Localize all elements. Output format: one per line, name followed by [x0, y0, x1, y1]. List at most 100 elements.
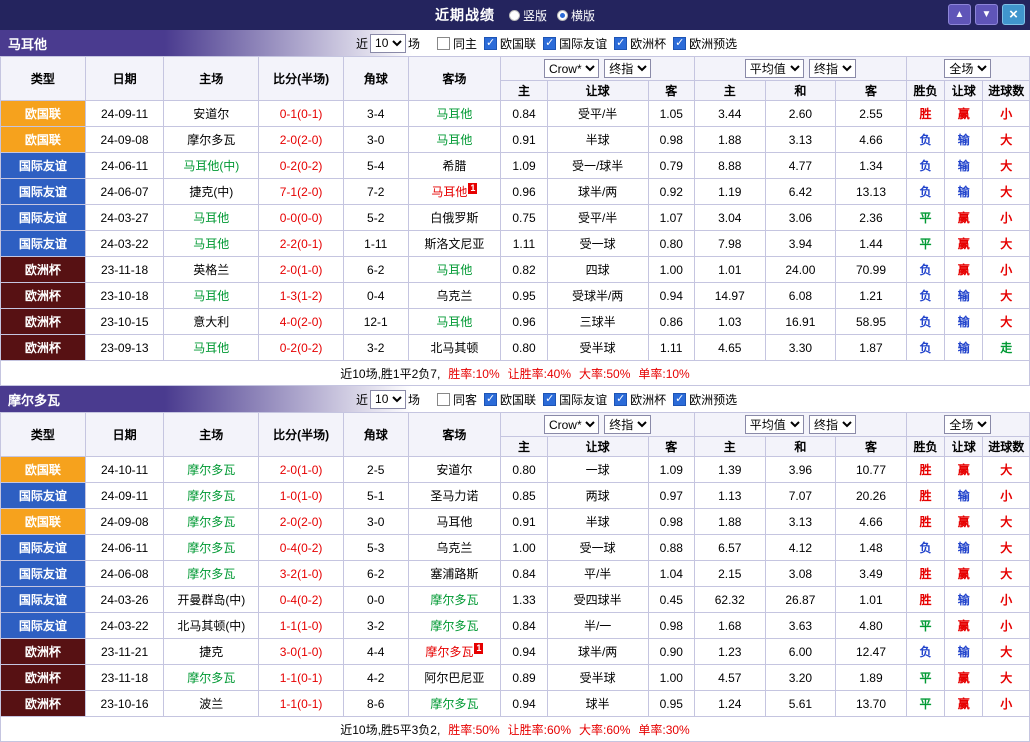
date-cell: 23-09-13 — [84, 334, 165, 361]
result-goals-cell: 大 — [982, 456, 1030, 483]
league-checkbox-euroqual[interactable] — [673, 392, 687, 406]
away-team-cell: 乌克兰 — [407, 534, 502, 561]
result-handicap-cell: 输 — [944, 334, 984, 361]
near-label: 近 — [356, 36, 369, 51]
avg-draw-cell: 4.77 — [764, 152, 837, 179]
average-select[interactable]: 平均值 — [744, 415, 804, 434]
league-checkbox-nations[interactable] — [484, 392, 498, 406]
move-up-button[interactable]: ▲ — [948, 4, 971, 25]
section-moldova: 摩尔多瓦 近 10 场 同客 欧国联 国际友谊 欧洲杯 欧洲预选 类型 — [0, 386, 1030, 742]
league-type-cell: 国际友谊 — [0, 204, 86, 231]
away-team-cell: 摩尔多瓦 — [407, 586, 502, 613]
avg-away-cell: 58.95 — [835, 308, 907, 335]
odds-away-cell: 0.79 — [647, 152, 695, 179]
league-checkbox-euro[interactable] — [614, 392, 628, 406]
result-goals-cell: 大 — [982, 560, 1030, 587]
score-cell: 1-3(1-2) — [258, 282, 344, 309]
avg-draw-cell: 3.20 — [764, 664, 837, 691]
team-name: 摩尔多瓦 — [8, 392, 61, 408]
score-cell: 3-2(1-0) — [258, 560, 344, 587]
score-cell: 0-4(0-2) — [258, 586, 344, 613]
away-team-cell: 圣马力诺 — [407, 482, 502, 509]
corner-cell: 6-2 — [342, 560, 409, 587]
date-cell: 24-06-11 — [84, 152, 165, 179]
date-cell: 24-09-08 — [84, 126, 165, 153]
win-rate: 胜率:50% — [448, 722, 500, 737]
avg-stage-select[interactable]: 终指 — [809, 415, 857, 434]
handicap-cell: 受一球 — [546, 230, 649, 257]
league-checkbox-euro[interactable] — [614, 36, 628, 50]
league-type-cell: 国际友谊 — [0, 178, 86, 205]
handicap-win-rate: 让胜率:60% — [507, 722, 572, 737]
score-cell: 2-0(1-0) — [258, 456, 344, 483]
average-select[interactable]: 平均值 — [744, 59, 804, 78]
avg-home-cell: 4.65 — [693, 334, 766, 361]
result-outcome-cell: 平 — [905, 690, 946, 717]
match-row: 欧洲杯 23-10-16 波兰 1-1(0-1) 8-6 摩尔多瓦 0.94 球半 0.95 1.… — [0, 690, 1030, 717]
home-team-cell: 北马其顿(中) — [163, 612, 260, 639]
handicap-cell: 受半球 — [546, 334, 649, 361]
odds-away-cell: 0.88 — [647, 534, 695, 561]
match-row: 国际友谊 24-03-27 马耳他 0-0(0-0) 5-2 白俄罗斯 0.75 受平/半 1.… — [0, 204, 1030, 231]
result-outcome-cell: 负 — [905, 334, 946, 361]
league-checkbox-nations[interactable] — [484, 36, 498, 50]
same-venue-checkbox[interactable] — [437, 36, 451, 50]
match-row: 欧洲杯 23-10-15 意大利 4-0(2-0) 12-1 马耳他 0.96 三球半 0.86… — [0, 308, 1030, 335]
avg-away-cell: 70.99 — [835, 256, 907, 283]
col-type: 类型 — [0, 56, 86, 101]
layout-radio-vertical[interactable]: 竖版 — [508, 7, 547, 24]
odds-home-cell: 1.00 — [500, 534, 548, 561]
result-goals-cell: 大 — [982, 230, 1030, 257]
odds-home-cell: 0.91 — [500, 508, 548, 535]
odds-stage-select[interactable]: 终指 — [604, 415, 652, 434]
away-team-cell: 马耳他 1 — [407, 178, 502, 205]
league-type-cell: 国际友谊 — [0, 482, 86, 509]
bookmaker-select[interactable]: Crow* — [543, 415, 599, 434]
avg-draw-cell: 6.08 — [764, 282, 837, 309]
result-handicap-cell: 赢 — [944, 560, 984, 587]
same-venue-label: 同主 — [453, 36, 478, 51]
same-venue-checkbox[interactable] — [437, 392, 451, 406]
odds-stage-select[interactable]: 终指 — [604, 59, 652, 78]
odds-home-cell: 0.96 — [500, 178, 548, 205]
league-checkbox-friendly[interactable] — [543, 392, 557, 406]
corner-cell: 5-1 — [342, 482, 409, 509]
avg-stage-select[interactable]: 终指 — [809, 59, 857, 78]
move-down-button[interactable]: ▼ — [975, 4, 998, 25]
match-count-select[interactable]: 10 — [370, 389, 407, 409]
fulltime-select[interactable]: 全场 — [944, 415, 992, 434]
col-result-goals: 进球数 — [982, 436, 1030, 457]
result-outcome-cell: 负 — [905, 126, 946, 153]
result-outcome-cell: 平 — [905, 664, 946, 691]
layout-radio-horizontal[interactable]: 横版 — [557, 7, 595, 24]
match-row: 国际友谊 24-06-11 摩尔多瓦 0-4(0-2) 5-3 乌克兰 1.00 受一球 0.8… — [0, 534, 1030, 561]
result-outcome-cell: 负 — [905, 178, 946, 205]
league-type-cell: 国际友谊 — [0, 586, 86, 613]
match-count-select[interactable]: 10 — [370, 33, 407, 53]
odds-home-cell: 0.80 — [500, 334, 548, 361]
avg-draw-cell: 26.87 — [764, 586, 837, 613]
odds-away-cell: 1.04 — [647, 560, 695, 587]
league-type-cell: 欧洲杯 — [0, 638, 86, 665]
result-outcome-cell: 平 — [905, 230, 946, 257]
home-team-cell: 摩尔多瓦 — [163, 560, 260, 587]
handicap-cell: 四球 — [546, 256, 649, 283]
avg-away-cell: 1.89 — [835, 664, 907, 691]
bookmaker-select[interactable]: Crow* — [543, 59, 599, 78]
result-outcome-cell: 胜 — [905, 100, 946, 127]
handicap-cell: 三球半 — [546, 308, 649, 335]
odds-home-cell: 0.84 — [500, 612, 548, 639]
handicap-cell: 球半 — [546, 690, 649, 717]
close-button[interactable]: × — [1002, 4, 1025, 25]
match-row: 欧洲杯 23-10-18 马耳他 1-3(1-2) 0-4 乌克兰 0.95 受球半/两 0.9… — [0, 282, 1030, 309]
league-type-cell: 欧洲杯 — [0, 308, 86, 335]
col-date: 日期 — [84, 56, 165, 101]
fulltime-select[interactable]: 全场 — [944, 59, 992, 78]
result-handicap-cell: 赢 — [944, 204, 984, 231]
handicap-cell: 受平/半 — [546, 204, 649, 231]
league-checkbox-friendly[interactable] — [543, 36, 557, 50]
score-cell: 1-1(1-0) — [258, 612, 344, 639]
league-checkbox-euroqual[interactable] — [673, 36, 687, 50]
avg-draw-cell: 3.13 — [764, 508, 837, 535]
result-handicap-cell: 赢 — [944, 230, 984, 257]
